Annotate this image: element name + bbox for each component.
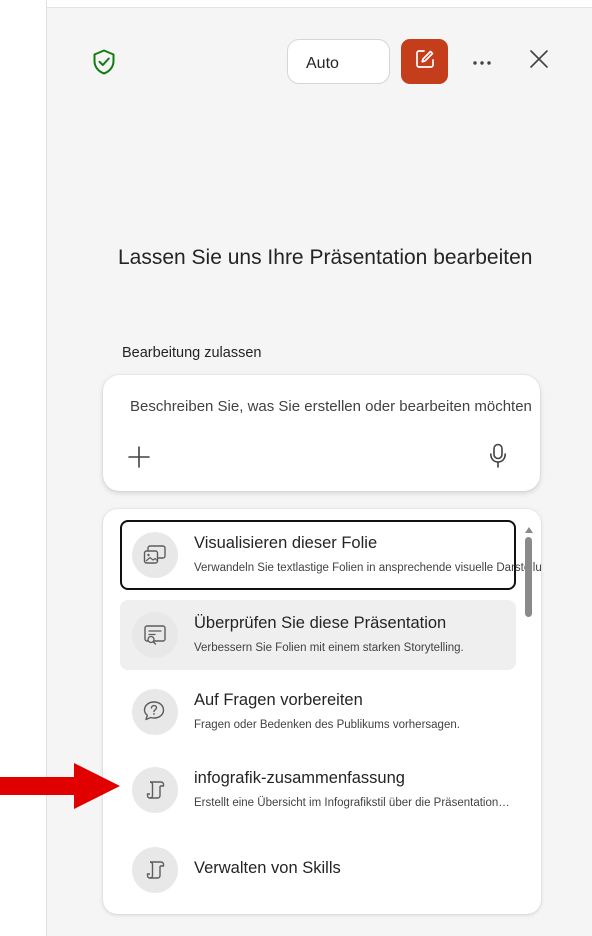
page-title: Lassen Sie uns Ihre Präsentation bearbei… [118, 246, 533, 269]
suggestion-infographic-summary[interactable]: infografik-zusammenfassung Erstellt eine… [120, 755, 516, 825]
slide-image-icon [132, 532, 178, 578]
scroll-up-arrow-icon[interactable] [524, 522, 534, 533]
section-label: Bearbeitung zulassen [122, 345, 262, 361]
suggestion-manage-skills[interactable]: Verwalten von Skills [120, 835, 516, 905]
suggestions-list[interactable]: Visualisieren dieser Folie Verwandeln Si… [103, 509, 541, 914]
suggestion-title: Auf Fragen vorbereiten [194, 691, 363, 709]
more-horizontal-icon [471, 53, 493, 71]
suggestion-description: Fragen oder Bedenken des Publikums vorhe… [194, 719, 460, 731]
add-attachment-button[interactable] [125, 445, 153, 473]
suggestion-title: Visualisieren dieser Folie [194, 534, 378, 552]
more-options-button[interactable] [466, 47, 498, 77]
new-chat-button[interactable] [401, 39, 448, 84]
suggestion-prepare-questions[interactable]: Auf Fragen vorbereiten Fragen oder Beden… [120, 677, 516, 747]
prompt-placeholder: Beschreiben Sie, was Sie erstellen oder … [130, 398, 532, 415]
plus-icon [127, 445, 151, 474]
compose-icon [414, 48, 436, 75]
slide-search-icon [132, 612, 178, 658]
suggestion-description: Verbessern Sie Folien mit einem starken … [194, 642, 464, 654]
scroll-icon [132, 847, 178, 893]
microphone-button[interactable] [485, 443, 511, 473]
suggestion-description: Verwandeln Sie textlastige Folien in ans… [194, 562, 541, 574]
suggestion-title: Verwalten von Skills [194, 859, 341, 877]
suggestion-description: Erstellt eine Übersicht im Infografiksti… [194, 797, 510, 809]
shield-check-icon[interactable] [92, 49, 116, 75]
close-icon [529, 49, 549, 74]
mode-selector-label: Auto [306, 55, 339, 72]
mode-selector[interactable]: Auto [287, 39, 390, 84]
suggestion-title: infografik-zusammenfassung [194, 769, 405, 787]
close-button[interactable] [524, 46, 554, 76]
scroll-icon [132, 767, 178, 813]
red-arrow-icon [0, 763, 120, 809]
scrollbar-thumb[interactable] [525, 537, 532, 617]
suggestion-visualize-slide[interactable]: Visualisieren dieser Folie Verwandeln Si… [120, 520, 541, 590]
top-border [47, 0, 592, 8]
chat-question-icon [132, 689, 178, 735]
prompt-input[interactable]: Beschreiben Sie, was Sie erstellen oder … [103, 375, 540, 491]
suggestion-title: Überprüfen Sie diese Präsentation [194, 614, 447, 632]
microphone-icon [489, 443, 507, 474]
suggestion-review-presentation[interactable]: Überprüfen Sie diese Präsentation Verbes… [120, 600, 516, 670]
